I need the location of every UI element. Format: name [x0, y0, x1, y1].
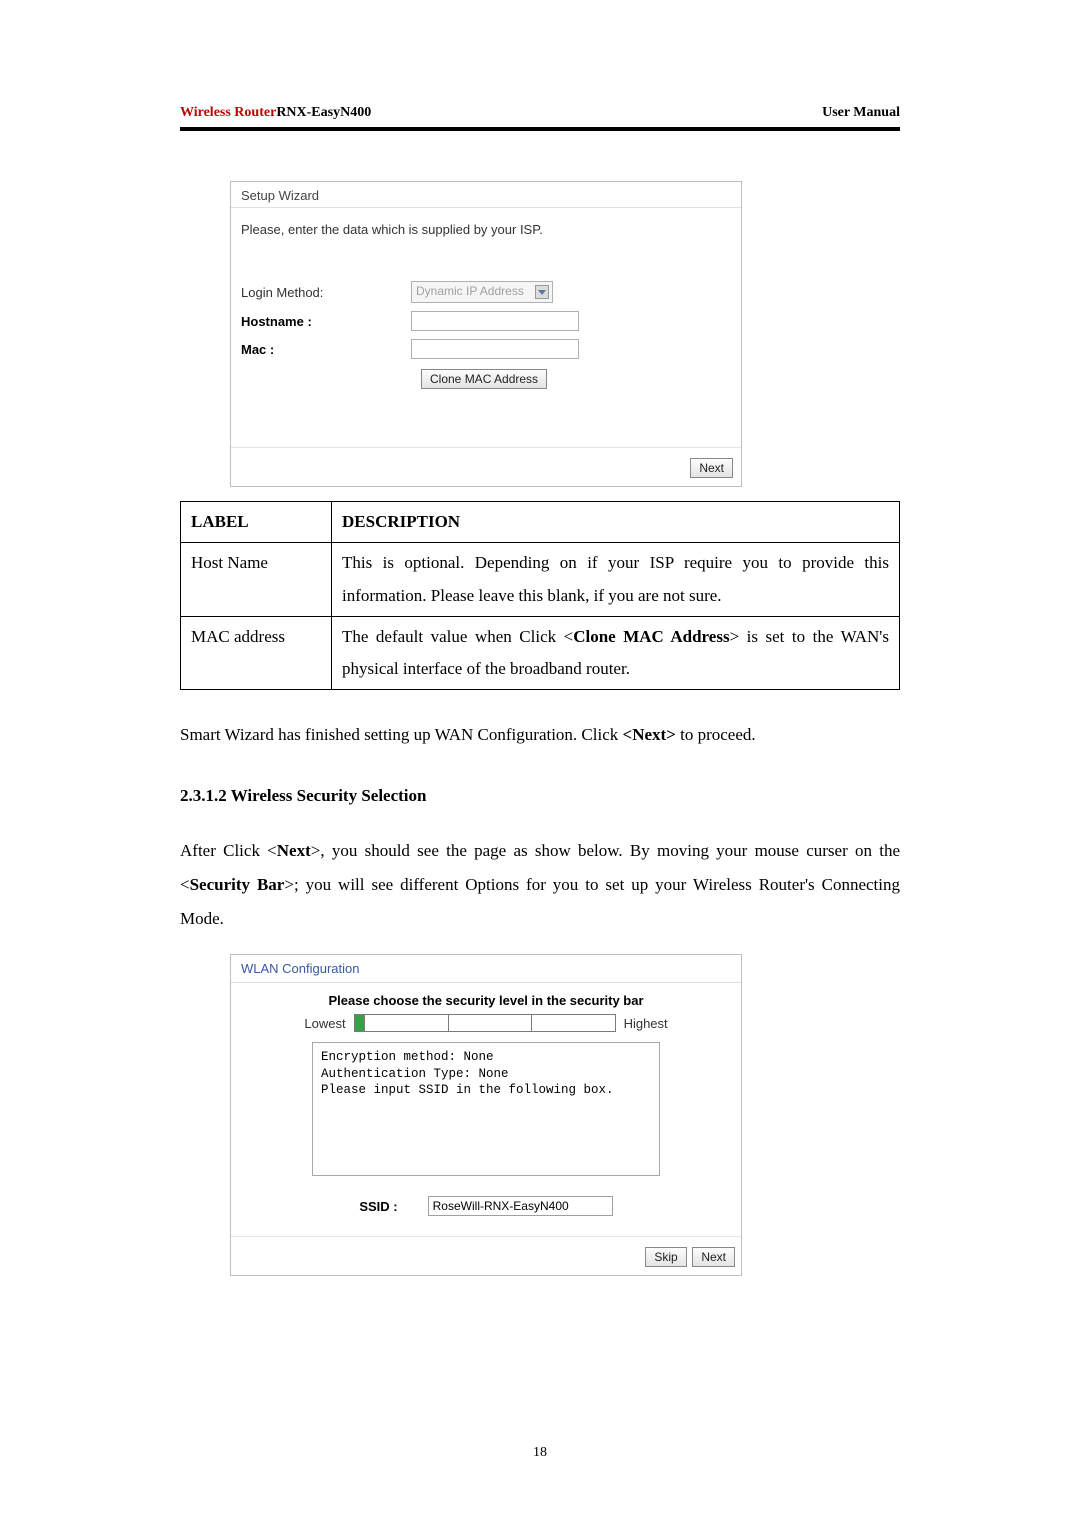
cell-desc: This is optional. Depending on if your I… — [332, 543, 900, 617]
header-rule — [180, 127, 900, 131]
highest-label: Highest — [624, 1016, 668, 1031]
security-segment[interactable] — [365, 1015, 448, 1031]
wan-done-text: Smart Wizard has finished setting up WAN… — [180, 718, 900, 752]
security-info-box: Encryption method: None Authentication T… — [312, 1042, 660, 1176]
hostname-label: Hostname : — [241, 314, 411, 329]
wizard1-next-button[interactable]: Next — [690, 458, 733, 478]
setup-wizard-panel: Setup Wizard Please, enter the data whic… — [230, 181, 742, 487]
security-bar[interactable] — [354, 1014, 616, 1032]
section-title: 2.3.1.2 Wireless Security Selection — [180, 786, 900, 806]
login-method-select[interactable]: Dynamic IP Address — [411, 281, 553, 303]
hostname-input[interactable] — [411, 311, 579, 331]
table-head-desc: DESCRIPTION — [332, 502, 900, 543]
wlan-config-title: WLAN Configuration — [231, 955, 741, 983]
page-number: 18 — [0, 1445, 1080, 1461]
header-model: RNX-EasyN400 — [276, 105, 371, 120]
security-segment[interactable] — [449, 1015, 532, 1031]
login-method-value: Dynamic IP Address — [416, 284, 524, 298]
mac-label: Mac : — [241, 342, 411, 357]
table-row: Host Name This is optional. Depending on… — [181, 543, 900, 617]
header-red: Wireless Router — [180, 105, 276, 120]
info-line: Please input SSID in the following box. — [321, 1082, 651, 1098]
ssid-label: SSID : — [359, 1199, 397, 1214]
setup-wizard-title: Setup Wizard — [231, 182, 741, 208]
setup-wizard-prompt: Please, enter the data which is supplied… — [241, 222, 731, 237]
info-line: Encryption method: None — [321, 1049, 651, 1065]
lowest-label: Lowest — [304, 1016, 345, 1031]
description-table: LABEL DESCRIPTION Host Name This is opti… — [180, 501, 900, 690]
cell-desc: The default value when Click <Clone MAC … — [332, 616, 900, 690]
clone-mac-button[interactable]: Clone MAC Address — [421, 369, 547, 389]
login-method-label: Login Method: — [241, 285, 411, 300]
header-right: User Manual — [822, 105, 900, 121]
page-header: Wireless RouterRNX-EasyN400 User Manual — [180, 105, 900, 121]
mac-input[interactable] — [411, 339, 579, 359]
header-left: Wireless RouterRNX-EasyN400 — [180, 105, 371, 121]
skip-button[interactable]: Skip — [645, 1247, 686, 1267]
security-segment[interactable] — [532, 1015, 614, 1031]
table-row: MAC address The default value when Click… — [181, 616, 900, 690]
security-selection-paragraph: After Click <Next>, you should see the p… — [180, 834, 900, 936]
table-head-label: LABEL — [181, 502, 332, 543]
security-prompt: Please choose the security level in the … — [231, 983, 741, 1008]
info-line: Authentication Type: None — [321, 1066, 651, 1082]
wizard2-next-button[interactable]: Next — [692, 1247, 735, 1267]
wlan-config-panel: WLAN Configuration Please choose the sec… — [230, 954, 742, 1276]
cell-label: Host Name — [181, 543, 332, 617]
cell-label: MAC address — [181, 616, 332, 690]
security-segment[interactable] — [355, 1015, 366, 1031]
ssid-input[interactable] — [428, 1196, 613, 1216]
